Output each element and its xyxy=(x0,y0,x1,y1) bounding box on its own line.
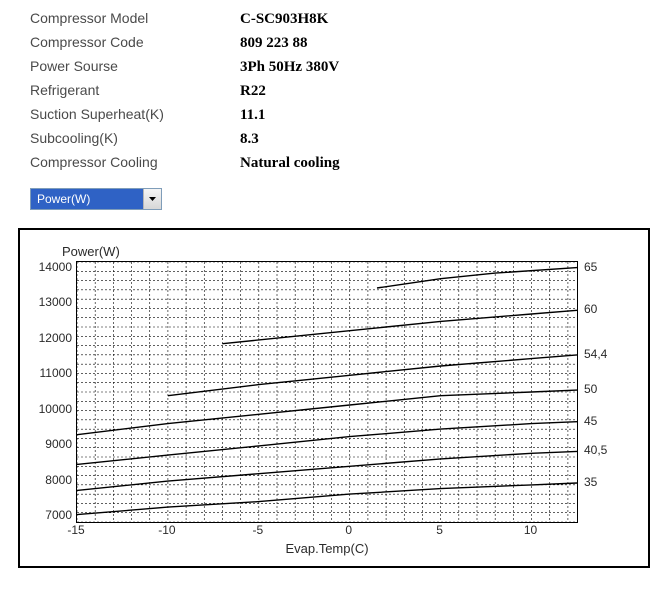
spec-value: C-SC903H8K xyxy=(240,11,328,28)
series-label: 50 xyxy=(584,383,597,395)
spec-table: Compressor Model C-SC903H8K Compressor C… xyxy=(30,10,669,178)
dropdown-selected-text: Power(W) xyxy=(31,189,143,209)
chart-frame: Power(W) 14000 13000 12000 11000 10000 9000 80… xyxy=(18,228,650,568)
spec-value: 809 223 88 xyxy=(240,35,308,52)
x-tick: 5 xyxy=(436,523,443,537)
spec-label: Compressor Code xyxy=(30,34,240,50)
spec-label: Compressor Model xyxy=(30,10,240,26)
y-tick: 8000 xyxy=(34,474,72,486)
x-tick: -15 xyxy=(67,523,84,537)
series-label: 54,4 xyxy=(584,348,607,360)
chevron-down-icon xyxy=(143,189,161,209)
y-tick: 10000 xyxy=(34,403,72,415)
series-labels: 65 60 54,4 50 45 40,5 35 xyxy=(578,261,614,521)
spec-row: Refrigerant R22 xyxy=(30,82,669,106)
spec-label: Power Sourse xyxy=(30,58,240,74)
x-axis-label: Evap.Temp(C) xyxy=(76,541,578,556)
spec-row: Compressor Model C-SC903H8K xyxy=(30,10,669,34)
spec-label: Compressor Cooling xyxy=(30,154,240,170)
spec-value: R22 xyxy=(240,83,266,100)
series-label: 60 xyxy=(584,303,597,315)
spec-value: 8.3 xyxy=(240,131,259,148)
spec-value: 3Ph 50Hz 380V xyxy=(240,59,339,76)
series-label: 35 xyxy=(584,476,597,488)
y-tick: 12000 xyxy=(34,332,72,344)
x-tick: -5 xyxy=(252,523,263,537)
spec-row: Suction Superheat(K) 11.1 xyxy=(30,106,669,130)
spec-row: Compressor Code 809 223 88 xyxy=(30,34,669,58)
x-tick: 0 xyxy=(345,523,352,537)
spec-label: Suction Superheat(K) xyxy=(30,106,240,122)
chart-title: Power(W) xyxy=(62,244,634,259)
spec-row: Compressor Cooling Natural cooling xyxy=(30,154,669,178)
y-axis-ticks: 14000 13000 12000 11000 10000 9000 8000 7000 xyxy=(34,261,76,521)
y-tick: 14000 xyxy=(34,261,72,273)
y-tick: 13000 xyxy=(34,296,72,308)
spec-value: Natural cooling xyxy=(240,155,340,172)
series-label: 45 xyxy=(584,415,597,427)
series-label: 65 xyxy=(584,261,597,273)
spec-value: 11.1 xyxy=(240,107,265,124)
chart-plot-area xyxy=(76,261,578,523)
y-tick: 9000 xyxy=(34,438,72,450)
spec-row: Subcooling(K) 8.3 xyxy=(30,130,669,154)
spec-label: Subcooling(K) xyxy=(30,130,240,146)
x-tick: -10 xyxy=(158,523,175,537)
chart-metric-dropdown[interactable]: Power(W) xyxy=(30,188,162,210)
spec-label: Refrigerant xyxy=(30,82,240,98)
y-tick: 11000 xyxy=(34,367,72,379)
spec-row: Power Sourse 3Ph 50Hz 380V xyxy=(30,58,669,82)
series-label: 40,5 xyxy=(584,444,607,456)
y-tick: 7000 xyxy=(34,509,72,521)
x-tick: 10 xyxy=(524,523,537,537)
x-axis-ticks: -15-10-50510 xyxy=(76,523,576,539)
